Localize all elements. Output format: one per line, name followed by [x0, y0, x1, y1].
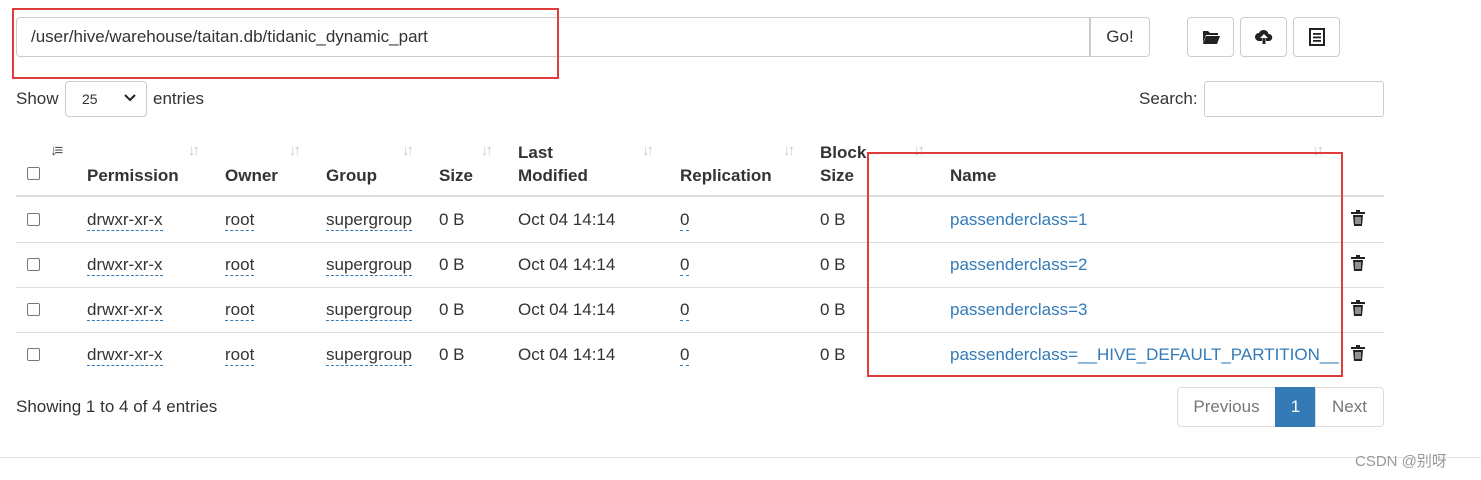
trash-icon[interactable] — [1350, 299, 1366, 317]
sort-icon[interactable]: ↓↑ — [913, 142, 925, 160]
page-length-value: 25 — [82, 91, 98, 107]
size-cell: 0 B — [439, 300, 465, 319]
permission-cell[interactable]: drwxr-xr-x — [87, 255, 163, 276]
upload-button[interactable] — [1240, 17, 1287, 57]
sort-icon[interactable]: ↓↑ — [188, 142, 200, 160]
show-label: Show — [16, 89, 59, 108]
last-modified-cell: Oct 04 14:14 — [518, 345, 616, 364]
name-link[interactable]: passenderclass=__HIVE_DEFAULT_PARTITION_… — [950, 344, 1339, 366]
block-size-cell: 0 B — [820, 255, 846, 274]
row-checkbox[interactable] — [27, 303, 40, 316]
column-header-block-size[interactable]: Size — [820, 165, 854, 187]
next-page-button[interactable]: Next — [1315, 387, 1384, 427]
owner-cell[interactable]: root — [225, 300, 255, 321]
row-checkbox[interactable] — [27, 213, 40, 226]
column-header-name[interactable]: Name — [950, 165, 996, 187]
permission-cell[interactable]: drwxr-xr-x — [87, 210, 163, 231]
chevron-down-icon — [124, 94, 136, 102]
column-header-modified[interactable]: Modified — [518, 165, 588, 187]
row-divider — [16, 332, 1384, 333]
trash-icon[interactable] — [1350, 254, 1366, 272]
group-cell[interactable]: supergroup — [326, 255, 413, 276]
replication-cell[interactable]: 0 — [680, 210, 690, 231]
select-all-checkbox[interactable] — [27, 167, 40, 180]
name-link[interactable]: passenderclass=3 — [950, 299, 1088, 321]
sort-icon[interactable]: ↓↑ — [481, 142, 493, 160]
name-link[interactable]: passenderclass=2 — [950, 254, 1088, 276]
size-cell: 0 B — [439, 210, 465, 229]
create-directory-button[interactable] — [1187, 17, 1234, 57]
permission-cell[interactable]: drwxr-xr-x — [87, 300, 163, 321]
go-button[interactable]: Go! — [1090, 17, 1150, 57]
header-divider — [16, 195, 1384, 197]
last-modified-cell: Oct 04 14:14 — [518, 255, 616, 274]
size-cell: 0 B — [439, 255, 465, 274]
entries-label: entries — [153, 89, 205, 108]
sort-icon[interactable]: ↓↑ — [289, 142, 301, 160]
search-input[interactable] — [1204, 81, 1384, 117]
block-size-cell: 0 B — [820, 210, 846, 229]
column-header-permission[interactable]: Permission — [87, 165, 179, 187]
row-checkbox[interactable] — [27, 348, 40, 361]
group-cell[interactable]: supergroup — [326, 300, 413, 321]
table-info: Showing 1 to 4 of 4 entries — [16, 397, 218, 416]
owner-cell[interactable]: root — [225, 210, 255, 231]
cut-paste-button[interactable] — [1293, 17, 1340, 57]
group-cell[interactable]: supergroup — [326, 210, 413, 231]
permission-cell[interactable]: drwxr-xr-x — [87, 345, 163, 366]
block-size-cell: 0 B — [820, 345, 846, 364]
footer-divider — [0, 457, 1481, 458]
column-header-block[interactable]: Block — [820, 142, 866, 164]
sort-asc-icon[interactable]: ↓≡ — [50, 142, 63, 160]
path-input[interactable]: /user/hive/warehouse/taitan.db/tidanic_d… — [16, 17, 1090, 57]
last-modified-cell: Oct 04 14:14 — [518, 300, 616, 319]
column-header-last[interactable]: Last — [518, 142, 553, 164]
name-link[interactable]: passenderclass=1 — [950, 209, 1088, 231]
row-checkbox[interactable] — [27, 258, 40, 271]
page-1-button[interactable]: 1 — [1275, 387, 1316, 427]
replication-cell[interactable]: 0 — [680, 300, 690, 321]
trash-icon[interactable] — [1350, 344, 1366, 362]
group-cell[interactable]: supergroup — [326, 345, 413, 366]
block-size-cell: 0 B — [820, 300, 846, 319]
owner-cell[interactable]: root — [225, 255, 255, 276]
page-length-select[interactable]: 25 — [65, 81, 147, 117]
column-header-size[interactable]: Size — [439, 165, 473, 187]
owner-cell[interactable]: root — [225, 345, 255, 366]
column-header-owner[interactable]: Owner — [225, 165, 278, 187]
replication-cell[interactable]: 0 — [680, 255, 690, 276]
previous-page-button[interactable]: Previous — [1177, 387, 1276, 427]
cloud-upload-icon — [1254, 27, 1274, 47]
folder-open-icon — [1201, 27, 1221, 47]
size-cell: 0 B — [439, 345, 465, 364]
row-divider — [16, 287, 1384, 288]
trash-icon[interactable] — [1350, 209, 1366, 227]
last-modified-cell: Oct 04 14:14 — [518, 210, 616, 229]
sort-icon[interactable]: ↓↑ — [783, 142, 795, 160]
watermark: CSDN @别呀 — [1355, 453, 1447, 470]
column-header-replication[interactable]: Replication — [680, 165, 772, 187]
sort-icon[interactable]: ↓↑ — [1312, 142, 1324, 160]
column-header-group[interactable]: Group — [326, 165, 377, 187]
replication-cell[interactable]: 0 — [680, 345, 690, 366]
list-alt-icon — [1307, 27, 1327, 47]
search-label: Search: — [1139, 89, 1198, 108]
row-divider — [16, 242, 1384, 243]
sort-icon[interactable]: ↓↑ — [642, 142, 654, 160]
sort-icon[interactable]: ↓↑ — [402, 142, 414, 160]
